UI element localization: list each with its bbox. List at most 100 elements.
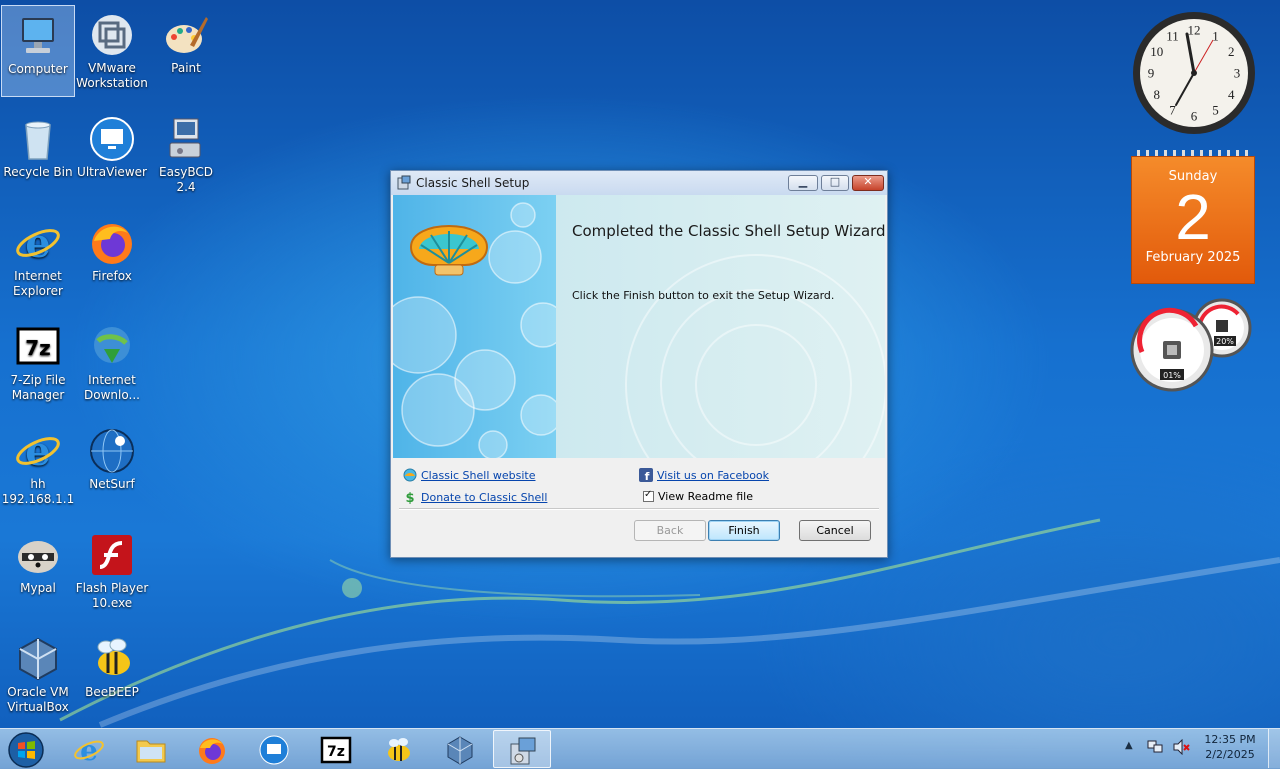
desktop-icon-internet-download-manager[interactable]: Internet Downlo...	[75, 317, 149, 409]
svg-text:$: $	[405, 491, 414, 504]
cancel-button[interactable]: Cancel	[799, 520, 871, 541]
setup-dialog: Classic Shell Setup ▁ □ ✕ Completed the …	[390, 170, 888, 558]
dollar-icon: $	[405, 491, 414, 504]
desktop-icon-vmware[interactable]: VMware Workstation	[75, 5, 149, 97]
desktop-icon-recycle-bin[interactable]: Recycle Bin	[1, 109, 75, 201]
desktop-icon-virtualbox[interactable]: Oracle VM VirtualBox	[1, 629, 75, 721]
clock-numeral: 11	[1166, 28, 1179, 43]
network-icon[interactable]	[1147, 740, 1163, 754]
taskbar-beebeep[interactable]	[369, 730, 427, 768]
desktop-icon-firefox[interactable]: Firefox	[75, 213, 149, 305]
minimize-button[interactable]: ▁	[788, 175, 818, 191]
svg-text:e: e	[25, 220, 50, 267]
setup-app-icon	[397, 175, 411, 190]
facebook-link[interactable]: Visit us on Facebook	[657, 469, 769, 482]
clock-numeral: 9	[1148, 66, 1155, 81]
desktop-icon-paint[interactable]: Paint	[149, 5, 223, 97]
virtualbox-icon	[19, 637, 57, 681]
taskbar-7zip[interactable]: 7z	[307, 730, 365, 768]
taskbar-date: 2/2/2025	[1205, 748, 1255, 761]
facebook-icon: f	[639, 468, 653, 482]
virtualbox-icon	[447, 736, 473, 765]
clock-numeral: 2	[1228, 44, 1235, 59]
shell-globe-icon	[403, 468, 417, 482]
mypal-raccoon-icon	[18, 541, 58, 573]
desktop-icon-easybcd[interactable]: EasyBCD 2.4	[149, 109, 223, 201]
paint-palette-icon	[166, 17, 208, 53]
desktop-icon-label: Flash Player 10.exe	[75, 581, 149, 610]
clock-gadget[interactable]: 12 1234567891011	[1131, 10, 1257, 136]
desktop-icon-label: Internet Explorer	[13, 269, 63, 298]
desktop-icon-hh-ie[interactable]: e hh 192.168.1.1	[1, 421, 75, 513]
desktop-icon-label: 7-Zip File Manager	[10, 373, 66, 402]
svg-text:f: f	[645, 470, 650, 482]
wizard-description: Click the Finish button to exit the Setu…	[572, 289, 835, 302]
finish-button[interactable]: Finish	[708, 520, 780, 541]
view-readme-checkbox[interactable]	[643, 489, 654, 502]
desktop-icon-label: Internet Downlo...	[84, 373, 140, 402]
calendar-month-year: February 2025	[1145, 250, 1241, 265]
website-link-row[interactable]: Classic Shell website	[403, 468, 536, 482]
calendar-body: Sunday 2 February 2025	[1131, 156, 1255, 284]
calendar-gadget[interactable]: Sunday 2 February 2025	[1131, 150, 1255, 284]
view-readme-label: View Readme file	[658, 490, 753, 503]
maximize-button[interactable]: □	[821, 175, 849, 191]
start-orb-icon[interactable]	[8, 732, 44, 768]
desktop-icon-flash-player[interactable]: Flash Player 10.exe	[75, 525, 149, 617]
internet-explorer-icon: e	[16, 220, 60, 267]
cpu-meter-gadget[interactable]: 20% 01%	[1130, 298, 1260, 394]
bee-icon	[388, 738, 410, 761]
donate-link-row[interactable]: $ Donate to Classic Shell	[403, 490, 547, 504]
minimize-icon: ▁	[798, 175, 808, 188]
desktop-icon-internet-explorer[interactable]: e Internet Explorer	[1, 213, 75, 305]
setup-app-icon	[510, 737, 536, 765]
desktop-icon-netsurf[interactable]: NetSurf	[75, 421, 149, 513]
clock-numeral: 1	[1212, 28, 1219, 43]
dialog-title: Classic Shell Setup	[416, 176, 530, 190]
desktop-icon-label: Mypal	[20, 581, 56, 595]
taskbar-ultraviewer[interactable]	[245, 730, 303, 768]
7zip-icon: 7z	[320, 736, 352, 764]
desktop-icon-7zip[interactable]: 7z 7-Zip File Manager	[1, 317, 75, 409]
dialog-titlebar[interactable]: Classic Shell Setup ▁ □ ✕	[391, 171, 887, 195]
desktop-icon-label: BeeBEEP	[85, 685, 139, 699]
readme-checkbox-row[interactable]: View Readme file	[643, 489, 753, 503]
bee-icon	[97, 638, 130, 675]
desktop-icon-label: VMware Workstation	[76, 61, 148, 90]
desktop-icon-label: Computer	[8, 62, 68, 76]
maximize-icon: □	[829, 175, 841, 188]
cpu-meter-value: 01%	[1163, 371, 1181, 380]
close-button[interactable]: ✕	[852, 175, 884, 191]
desktop-icon-computer[interactable]: Computer	[1, 5, 75, 97]
facebook-link-row[interactable]: f Visit us on Facebook	[639, 468, 769, 482]
taskbar-virtualbox[interactable]	[431, 730, 489, 768]
taskbar: e 7z	[0, 728, 1280, 769]
website-link[interactable]: Classic Shell website	[421, 469, 536, 482]
taskbar-windows-explorer[interactable]	[122, 730, 180, 768]
button-separator	[399, 508, 879, 510]
vmware-icon	[92, 15, 132, 55]
recycle-bin-icon	[25, 121, 51, 160]
desktop-icon-beebeep[interactable]: BeeBEEP	[75, 629, 149, 721]
taskbar-classic-shell-setup[interactable]	[493, 730, 551, 768]
flash-player-icon	[92, 535, 132, 575]
taskbar-internet-explorer[interactable]: e	[60, 730, 118, 768]
calendar-day-number: 2	[1175, 181, 1211, 253]
show-hidden-icons-chevron[interactable]: ▲	[1125, 740, 1133, 751]
volume-muted-icon[interactable]	[1172, 739, 1190, 755]
show-desktop-button[interactable]	[1268, 729, 1280, 768]
download-manager-icon	[94, 327, 130, 363]
desktop-icon-ultraviewer[interactable]: UltraViewer	[75, 109, 149, 201]
desktop-icon-label: Oracle VM VirtualBox	[7, 685, 69, 714]
taskbar-clock[interactable]: 12:35 PM 2/2/2025	[1198, 732, 1262, 762]
desktop-icon-mypal[interactable]: Mypal	[1, 525, 75, 617]
back-button[interactable]: Back	[634, 520, 706, 541]
clock-numeral: 10	[1150, 44, 1163, 59]
taskbar-firefox[interactable]	[183, 730, 241, 768]
desktop-icon-label: NetSurf	[89, 477, 135, 491]
donate-link[interactable]: Donate to Classic Shell	[421, 491, 547, 504]
memory-meter-value: 20%	[1216, 337, 1234, 346]
taskbar-time: 12:35 PM	[1204, 733, 1256, 746]
netsurf-globe-icon	[90, 429, 134, 473]
svg-text:e: e	[25, 428, 50, 475]
